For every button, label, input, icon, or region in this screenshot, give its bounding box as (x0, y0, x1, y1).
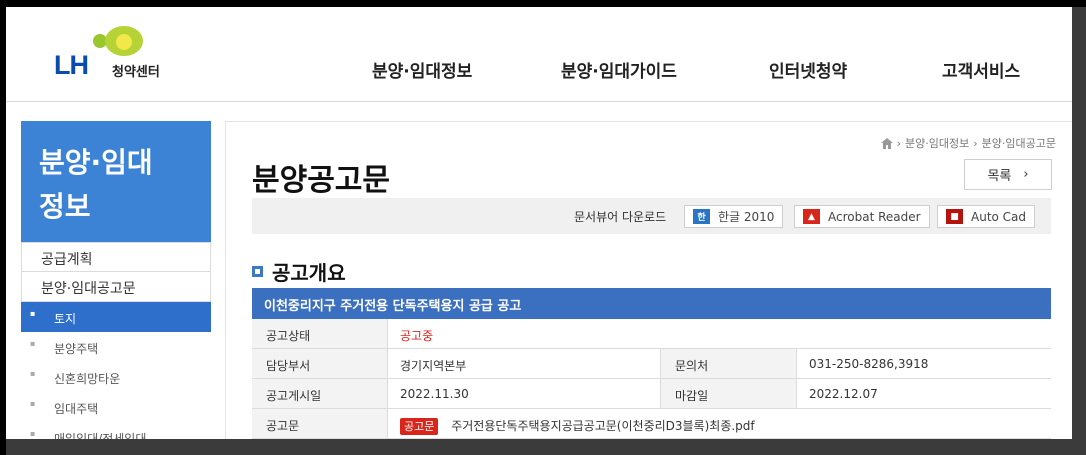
breadcrumb-item[interactable]: 분양·임대공고문 (982, 135, 1056, 151)
document-tag: 공고문 (400, 418, 439, 435)
autocad-button[interactable]: ■ Auto Cad (937, 205, 1036, 228)
breadcrumb-item[interactable]: 분양·임대정보 (905, 135, 969, 151)
nav-customer-service[interactable]: 고객서비스 (942, 57, 1020, 82)
sidebar-sub-newlywed-town[interactable]: 신혼희망타운 (21, 362, 211, 392)
table-row: 담당부서 경기지역본부 문의처 031-250-8286,3918 (252, 349, 1051, 379)
table-row: 공고문 공고문 주거전용단독주택용지공급공고문(이천중리D3블록)최종.pdf (252, 409, 1051, 439)
lh-logo[interactable]: LH 청약센터 (54, 25, 184, 85)
sidebar-sub-rental-housing[interactable]: 임대주택 (21, 392, 211, 422)
page-frame: LH 청약센터 분양·임대정보 분양·임대가이드 인터넷청약 고객서비스 분양·… (6, 7, 1072, 439)
logo-text: LH (54, 50, 89, 80)
table-title: 이천중리지구 주거전용 단독주택용지 공급 공고 (252, 288, 1051, 319)
hwp-viewer-label: 한글 2010 (718, 210, 775, 224)
pdf-icon: ▲ (803, 209, 820, 224)
logo-subtitle: 청약센터 (112, 65, 160, 80)
sidebar-title: 분양·임대 정보 (21, 121, 211, 242)
sidebar-sub-purchase-rental[interactable]: 매입임대/전세임대 (21, 422, 211, 439)
page-title: 분양공고문 (252, 163, 390, 198)
home-icon[interactable] (880, 137, 893, 149)
list-button[interactable]: 목록 › (964, 159, 1052, 190)
dept-label: 담당부서 (252, 349, 388, 378)
breadcrumb: › 분양·임대정보 › 분양·임대공고문 (880, 135, 1056, 151)
sidebar-title-line1: 분양·임대 (39, 146, 153, 179)
dept-value: 경기지역본부 (388, 349, 661, 378)
sidebar-sub-land[interactable]: 토지 (21, 302, 211, 332)
post-date-label: 공고게시일 (252, 379, 388, 408)
deadline-value: 2022.12.07 (809, 387, 878, 401)
status-value: 공고중 (400, 329, 434, 343)
section-title: 공고개요 (252, 257, 346, 286)
chevron-right-icon: › (973, 136, 978, 150)
acrobat-reader-label: Acrobat Reader (828, 209, 921, 224)
deadline-label: 마감일 (661, 379, 797, 408)
chevron-right-icon: › (896, 136, 902, 150)
document-label: 공고문 (252, 409, 388, 438)
autocad-icon: ■ (946, 209, 963, 224)
hwp-viewer-button[interactable]: 한 한글 2010 (684, 205, 784, 228)
table-row: 공고게시일 2022.11.30 마감일 2022.12.07 (252, 379, 1051, 409)
document-value: 공고문 주거전용단독주택용지공급공고문(이천중리D3블록)최종.pdf (388, 409, 1051, 438)
nav-sale-rent-info[interactable]: 분양·임대정보 (372, 57, 472, 82)
autocad-label: Auto Cad (971, 209, 1027, 224)
section-title-text: 공고개요 (272, 261, 346, 285)
contact-value: 031-250-8286,3918 (809, 357, 929, 371)
sidebar-title-line2: 정보 (39, 190, 91, 223)
viewer-label: 문서뷰어 다운로드 (574, 210, 667, 224)
status-label: 공고상태 (252, 319, 388, 348)
site-header: LH 청약센터 분양·임대정보 분양·임대가이드 인터넷청약 고객서비스 (6, 7, 1072, 102)
viewer-download-bar: 문서뷰어 다운로드 한 한글 2010 ▲ Acrobat Reader ■ A… (252, 198, 1051, 234)
table-row: 공고상태 공고중 (252, 319, 1051, 349)
hwp-icon: 한 (693, 209, 710, 224)
chevron-right-icon: › (1023, 167, 1029, 182)
post-date-value: 2022.11.30 (388, 379, 661, 408)
logo-leaf-icon (93, 26, 143, 56)
document-file-link[interactable]: 주거전용단독주택용지공급공고문(이천중리D3블록)최종.pdf (451, 419, 754, 433)
sidebar-item-supply-plan[interactable]: 공급계획 (21, 242, 211, 272)
nav-internet-subscription[interactable]: 인터넷청약 (769, 57, 847, 82)
sidebar-item-notices[interactable]: 분양·임대공고문 (21, 272, 211, 302)
contact-label: 문의처 (661, 349, 797, 378)
list-button-label: 목록 (987, 169, 1012, 184)
acrobat-reader-button[interactable]: ▲ Acrobat Reader (794, 205, 930, 228)
sidebar-sub-housing-sale[interactable]: 분양주택 (21, 332, 211, 362)
square-bullet-icon (252, 266, 263, 277)
nav-sale-rent-guide[interactable]: 분양·임대가이드 (561, 57, 677, 82)
notice-summary-table: 이천중리지구 주거전용 단독주택용지 공급 공고 공고상태 공고중 담당부서 경… (252, 288, 1051, 439)
sidebar-menu: 공급계획 분양·임대공고문 토지 분양주택 신혼희망타운 임대주택 매입임대/전… (21, 242, 211, 439)
